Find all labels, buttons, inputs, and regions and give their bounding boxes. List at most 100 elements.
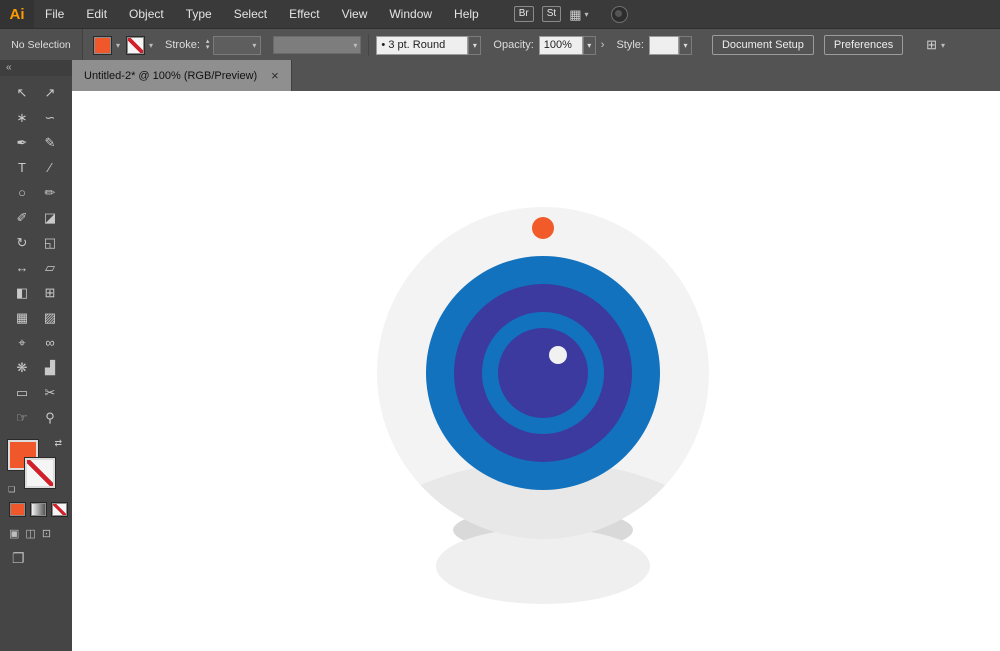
close-icon[interactable]: × (271, 68, 279, 83)
style-caret[interactable]: ▾ (678, 35, 692, 55)
fill-color-swatch[interactable] (93, 35, 112, 55)
stroke-swatch[interactable] (24, 457, 56, 489)
bridge-button[interactable]: Br (513, 6, 534, 22)
menu-help[interactable]: Help (443, 0, 490, 28)
direct-selection-tool-icon: ↗ (44, 84, 56, 100)
color-mode-button[interactable] (9, 502, 26, 517)
paintbrush-tool-icon: ✏ (44, 184, 56, 200)
arrange-documents-control[interactable]: ⊞ ▾ (926, 37, 945, 53)
menu-edit[interactable]: Edit (75, 0, 118, 28)
slice-tool[interactable]: ✂ (36, 380, 64, 405)
eraser-tool[interactable]: ◪ (36, 205, 64, 230)
tools-grid: ↖ ↗ ∗ ∽ ✒ ✎ T ∕ ○ ✏ ✐ ◪ ↻ ◱ ↔ ▱ ◧ ⊞ ▦ ▨ … (0, 76, 72, 430)
brush-definition-combo[interactable]: • 3 pt. Round (376, 35, 469, 55)
draw-inside-icon[interactable]: ⊡ (42, 527, 51, 540)
divider (368, 34, 370, 56)
opacity-panel-chevron[interactable]: › (601, 39, 605, 51)
hand-tool-icon: ☞ (16, 409, 28, 425)
hand-tool[interactable]: ☞ (8, 405, 36, 430)
menu-file[interactable]: File (34, 0, 75, 28)
draw-normal-icon[interactable]: ▣ (9, 527, 19, 540)
artboard-tool[interactable]: ▭ (8, 380, 36, 405)
zoom-tool[interactable]: ⚲ (36, 405, 64, 430)
gradient-tool[interactable]: ▨ (36, 305, 64, 330)
gradient-mode-button[interactable] (30, 502, 47, 517)
width-tool[interactable]: ↔ (8, 255, 36, 280)
menu-window[interactable]: Window (378, 0, 443, 28)
eyedropper-tool[interactable]: ⌖ (8, 330, 36, 355)
menu-select[interactable]: Select (223, 0, 278, 28)
shape-builder-tool[interactable]: ◧ (8, 280, 36, 305)
stroke-color-swatch[interactable] (126, 35, 146, 55)
drawing-modes-row: ▣ ◫ ⊡ (0, 517, 72, 540)
document-setup-button[interactable]: Document Setup (711, 35, 814, 55)
selection-tool-icon: ↖ (16, 84, 28, 100)
magic-wand-tool[interactable]: ∗ (8, 105, 36, 130)
menu-type[interactable]: Type (175, 0, 223, 28)
chevron-down-icon: ▾ (252, 40, 257, 50)
eyedropper-tool-icon: ⌖ (18, 334, 26, 350)
mesh-tool[interactable]: ▦ (8, 305, 36, 330)
stroke-weight-combo[interactable]: ▾ (213, 35, 262, 55)
chevron-down-icon: ▾ (683, 40, 688, 50)
draw-behind-icon[interactable]: ◫ (25, 527, 35, 540)
chevron-down-icon[interactable]: ▾ (116, 41, 120, 50)
rotate-tool[interactable]: ↻ (8, 230, 36, 255)
opacity-caret[interactable]: ▾ (582, 35, 596, 55)
paintbrush-tool[interactable]: ✏ (36, 180, 64, 205)
none-mode-button[interactable] (51, 502, 68, 517)
selection-tool[interactable]: ↖ (8, 80, 36, 105)
gradient-tool-icon: ▨ (43, 309, 57, 325)
stock-button[interactable]: St (541, 6, 562, 22)
screen-mode-icon[interactable]: ❐ (12, 550, 25, 566)
style-combo[interactable] (648, 35, 679, 55)
workspace-switcher[interactable]: ▦ ▾ (569, 8, 588, 21)
stroke-weight-stepper[interactable]: ▴ ▾ (206, 38, 210, 51)
tools-panel-header: « (0, 60, 72, 76)
perspective-grid-tool-icon: ⊞ (44, 284, 56, 300)
stepper-down-icon[interactable]: ▾ (206, 44, 210, 51)
variable-width-profile-dropdown[interactable]: ▾ (273, 36, 362, 54)
brush-bullet-icon: • (381, 39, 386, 51)
swap-fill-stroke-icon[interactable]: ⇄ (54, 438, 62, 449)
menu-object[interactable]: Object (118, 0, 175, 28)
symbol-sprayer-tool[interactable]: ❋ (8, 355, 36, 380)
column-graph-tool[interactable]: ▟ (36, 355, 64, 380)
ellipse-tool[interactable]: ○ (8, 180, 36, 205)
artboard-canvas[interactable] (72, 91, 1000, 651)
menu-view[interactable]: View (331, 0, 379, 28)
chevron-down-icon[interactable]: ▾ (149, 41, 153, 50)
preferences-button[interactable]: Preferences (823, 35, 904, 55)
free-transform-tool[interactable]: ▱ (36, 255, 64, 280)
type-tool[interactable]: T (8, 155, 36, 180)
pen-tool-icon: ✒ (16, 134, 28, 150)
scale-tool[interactable]: ◱ (36, 230, 64, 255)
pen-tool[interactable]: ✒ (8, 130, 36, 155)
webcam-lens-center-shape[interactable] (498, 328, 588, 418)
width-tool-icon: ↔ (15, 260, 29, 275)
menu-effect[interactable]: Effect (278, 0, 330, 28)
direct-selection-tool[interactable]: ↗ (36, 80, 64, 105)
blend-tool-icon: ∞ (45, 335, 55, 350)
shaper-tool[interactable]: ✐ (8, 205, 36, 230)
eraser-tool-icon: ◪ (43, 209, 57, 225)
sync-status-icon[interactable] (610, 5, 628, 23)
magic-wand-tool-icon: ∗ (16, 109, 28, 125)
opacity-field[interactable]: 100% (538, 35, 583, 55)
webcam-base-shape[interactable] (436, 528, 650, 604)
lasso-tool[interactable]: ∽ (36, 105, 64, 130)
screen-mode-control: ❐ (0, 540, 72, 567)
webcam-indicator-light-shape[interactable] (532, 217, 554, 239)
line-segment-tool-icon: ∕ (48, 160, 52, 175)
perspective-grid-tool[interactable]: ⊞ (36, 280, 64, 305)
webcam-lens-highlight-shape[interactable] (549, 346, 567, 364)
column-graph-tool-icon: ▟ (45, 359, 55, 375)
default-fill-stroke-icon[interactable]: ❏ (8, 485, 15, 494)
collapse-panel-icon[interactable]: « (6, 62, 12, 73)
line-segment-tool[interactable]: ∕ (36, 155, 64, 180)
blend-tool[interactable]: ∞ (36, 330, 64, 355)
webcam-artwork (377, 207, 709, 604)
document-tab[interactable]: Untitled-2* @ 100% (RGB/Preview) × (72, 60, 292, 91)
curvature-tool[interactable]: ✎ (36, 130, 64, 155)
brush-definition-caret[interactable]: ▾ (468, 35, 482, 55)
